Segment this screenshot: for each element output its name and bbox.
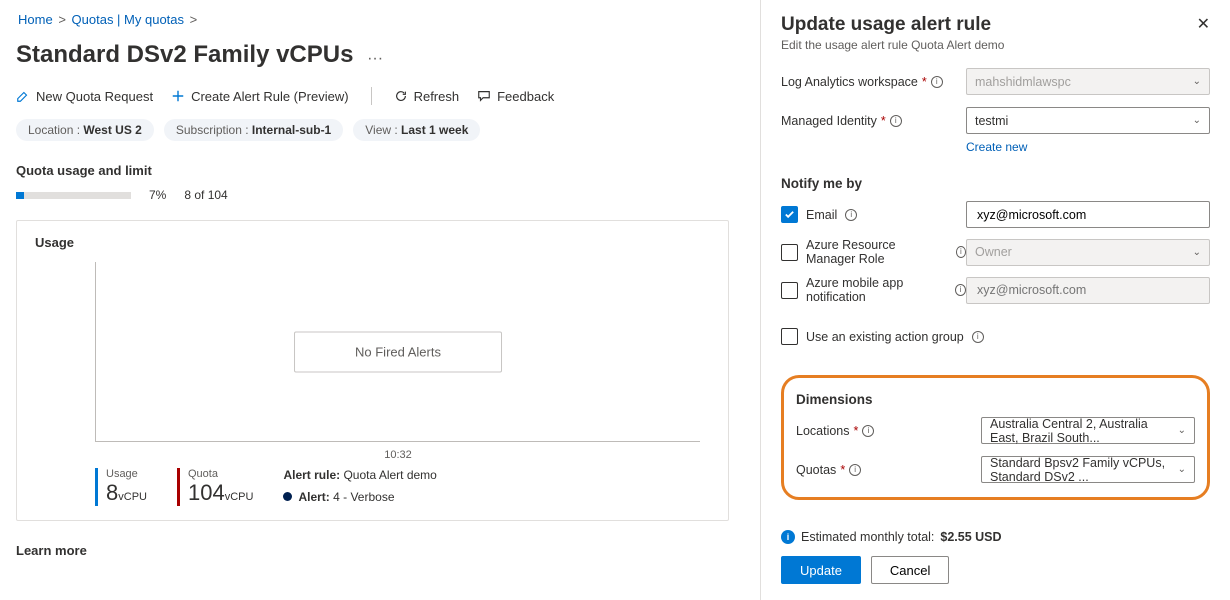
quota-metric: Quota 104vCPU [177,468,253,506]
chevron-down-icon: ⌄ [1193,247,1201,258]
info-icon[interactable]: i [972,331,984,343]
page-title: Standard DSv2 Family vCPUs [16,41,353,69]
more-actions-icon[interactable]: ··· [367,50,383,68]
command-bar: New Quota Request Create Alert Rule (Pre… [16,87,729,119]
chart-x-tick: 10:32 [384,449,412,461]
arm-role-checkbox[interactable] [781,244,798,261]
arm-role-select: Owner⌄ [966,239,1210,266]
usage-limit-heading: Quota usage and limit [16,163,729,178]
locations-select[interactable]: Australia Central 2, Australia East, Bra… [981,417,1195,444]
arm-role-label: Azure Resource Manager Role [806,238,948,266]
info-icon[interactable]: i [956,246,966,258]
info-icon: i [781,530,795,544]
usage-chart: No Fired Alerts 10:32 [95,262,700,442]
pencil-icon [16,89,30,103]
create-alert-rule-button[interactable]: Create Alert Rule (Preview) [171,89,349,104]
existing-action-group-checkbox[interactable] [781,328,798,345]
workspace-select: mahshidmlawspc⌄ [966,68,1210,95]
notify-heading: Notify me by [781,176,1210,191]
chevron-down-icon: ⌄ [1193,115,1201,126]
breadcrumb-quotas[interactable]: Quotas | My quotas [72,12,185,27]
locations-label: Locations*i [796,424,981,438]
panel-subtitle: Edit the usage alert rule Quota Alert de… [781,38,1210,52]
feedback-icon [477,89,491,103]
usage-percent: 7% [149,188,166,202]
update-button[interactable]: Update [781,556,861,584]
chevron-down-icon: ⌄ [1178,425,1186,436]
info-icon[interactable]: i [955,284,966,296]
chevron-down-icon: ⌄ [1178,464,1186,475]
usage-of-limit: 8 of 104 [184,188,227,202]
filter-view-pill[interactable]: View : Last 1 week [353,119,480,141]
cancel-button[interactable]: Cancel [871,556,949,584]
create-new-link[interactable]: Create new [966,140,1210,154]
plus-icon [171,89,185,103]
feedback-button[interactable]: Feedback [477,89,554,104]
workspace-label: Log Analytics workspace*i [781,75,966,89]
divider [371,87,372,105]
usage-progress-bar [16,192,131,199]
mobile-app-label: Azure mobile app notification [806,276,947,304]
info-icon[interactable]: i [845,209,857,221]
refresh-icon [394,89,408,103]
close-icon[interactable]: ✕ [1197,14,1210,34]
learn-more-heading: Learn more [16,543,729,558]
update-alert-rule-panel: Update usage alert rule ✕ Edit the usage… [760,0,1230,600]
info-icon[interactable]: i [862,425,874,437]
usage-card-title: Usage [35,235,710,250]
filter-subscription-pill[interactable]: Subscription : Internal-sub-1 [164,119,343,141]
breadcrumb-home[interactable]: Home [18,12,53,27]
chevron-down-icon: ⌄ [1193,76,1201,87]
identity-label: Managed Identity*i [781,114,966,128]
info-icon[interactable]: i [890,115,902,127]
new-quota-request-button[interactable]: New Quota Request [16,89,153,104]
quotas-select[interactable]: Standard Bpsv2 Family vCPUs, Standard DS… [981,456,1195,483]
filter-location-pill[interactable]: Location : West US 2 [16,119,154,141]
no-fired-alerts: No Fired Alerts [294,331,502,372]
refresh-button[interactable]: Refresh [394,89,460,104]
existing-action-group-label: Use an existing action group [806,330,964,344]
breadcrumb: Home > Quotas | My quotas > [16,12,729,27]
alert-rule-info: Alert rule: Quota Alert demo Alert: 4 - … [283,468,436,504]
estimated-total: i Estimated monthly total: $2.55 USD [781,530,1210,544]
email-label: Email [806,208,837,222]
usage-metric: Usage 8vCPU [95,468,147,506]
dimensions-heading: Dimensions [796,392,1195,407]
info-icon[interactable]: i [849,464,861,476]
panel-title: Update usage alert rule [781,14,991,36]
email-input[interactable] [966,201,1210,228]
quotas-label: Quotas*i [796,463,981,477]
mobile-app-checkbox[interactable] [781,282,798,299]
email-checkbox[interactable] [781,206,798,223]
usage-card: Usage No Fired Alerts 10:32 Usage 8vCPU … [16,220,729,521]
identity-select[interactable]: testmi⌄ [966,107,1210,134]
dimensions-section: Dimensions Locations*i Australia Central… [781,375,1210,500]
info-icon[interactable]: i [931,76,943,88]
mobile-app-input [966,277,1210,304]
